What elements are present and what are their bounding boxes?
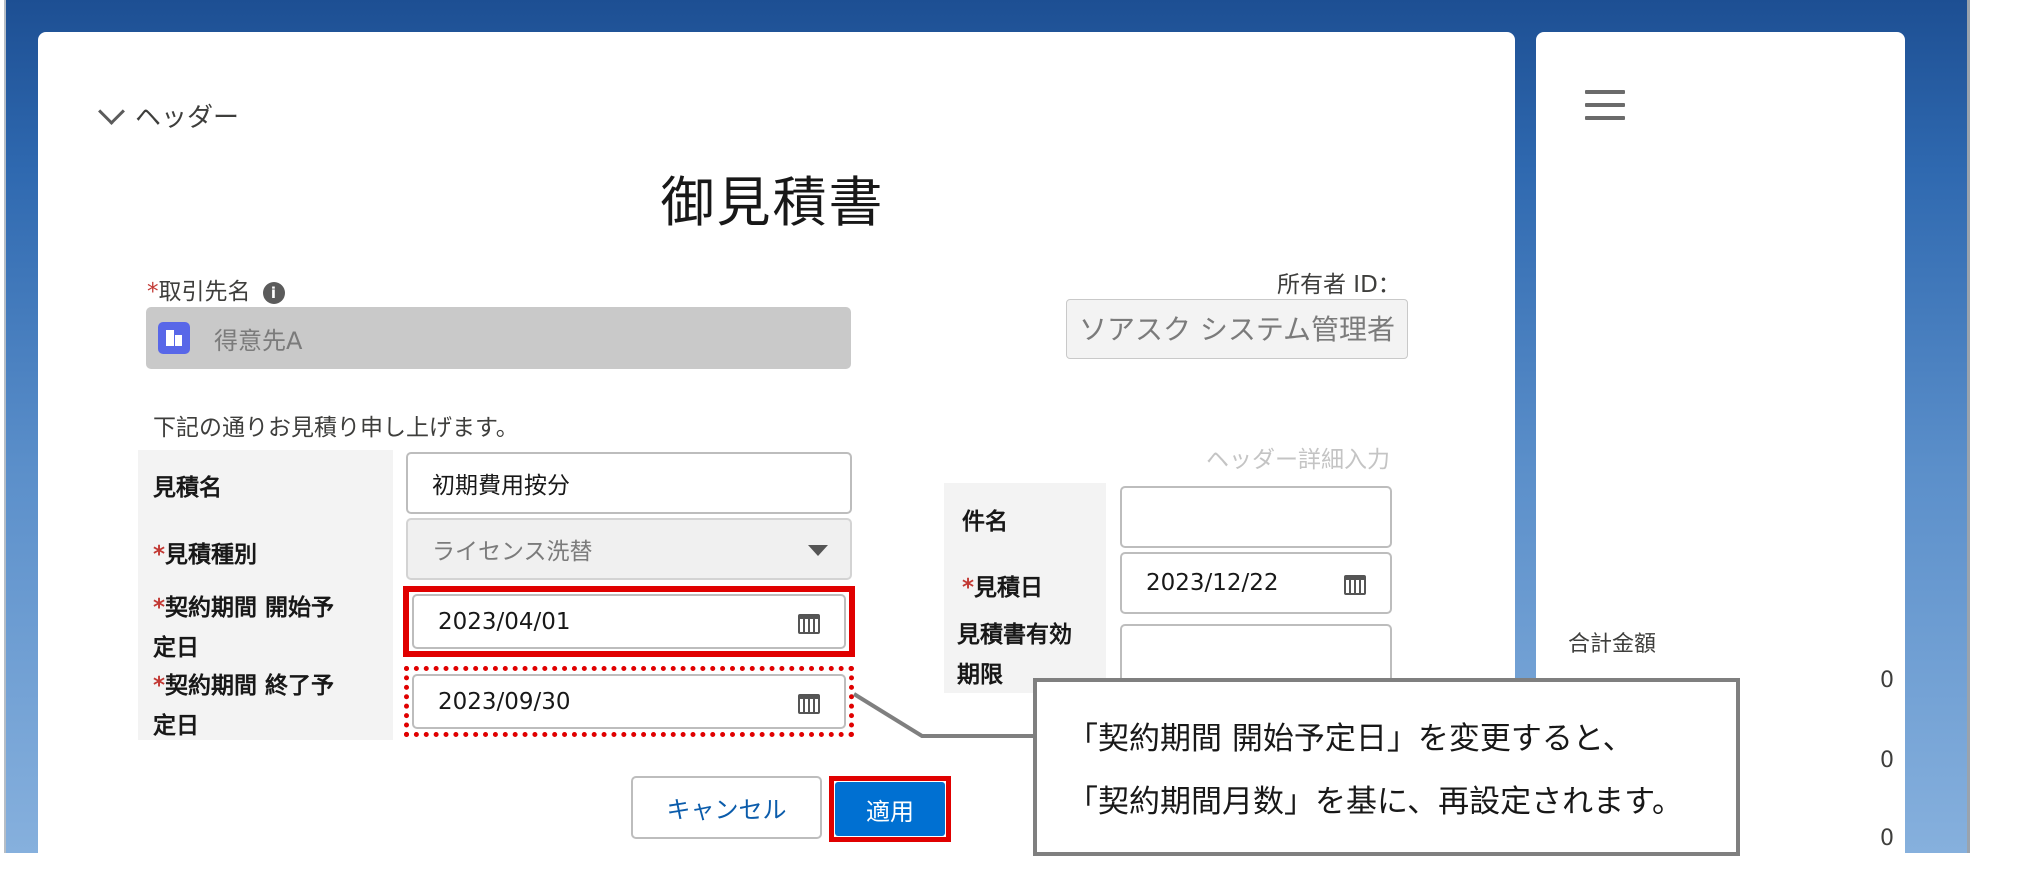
start-date-label-block: *契約期間 開始予 定日 — [153, 588, 334, 668]
end-date-label-block: *契約期間 終了予 定日 — [153, 666, 334, 746]
account-label: 取引先名 — [158, 279, 251, 305]
cancel-button[interactable]: キャンセル — [631, 776, 822, 839]
subject-input[interactable] — [1120, 486, 1392, 548]
callout-connector — [852, 692, 1040, 738]
menu-icon[interactable] — [1585, 90, 1625, 129]
highlight-end-date — [404, 666, 854, 737]
header-section-label: ヘッダー — [135, 103, 240, 133]
dropdown-arrow-icon — [808, 545, 828, 556]
quote-date-input[interactable]: 2023/12/22 — [1120, 552, 1392, 614]
apply-button[interactable]: 適用 — [835, 782, 945, 836]
quote-date-label: 見積日 — [974, 575, 1044, 601]
header-section-toggle[interactable]: ヘッダー — [98, 97, 240, 134]
end-date-label: 契約期間 終了予 — [165, 673, 335, 699]
quote-type-value: ライセンス洗替 — [432, 539, 593, 565]
account-building-icon — [158, 322, 190, 354]
subject-label: 件名 — [962, 509, 1008, 535]
callout-line-1: 「契約期間 開始予定日」を変更すると、 — [1067, 721, 1634, 757]
chevron-down-icon — [98, 98, 125, 125]
required-mark: * — [147, 279, 159, 305]
quote-name-input[interactable]: 初期費用按分 — [406, 452, 852, 514]
validity-input[interactable] — [1120, 624, 1392, 686]
side-value-2: 0 — [1880, 748, 1894, 773]
owner-field: ソアスク システム管理者 — [1066, 299, 1408, 359]
quote-name-label: 見積名 — [153, 475, 222, 501]
account-label-row: *取引先名 i — [147, 272, 285, 306]
annotation-callout: 「契約期間 開始予定日」を変更すると、 「契約期間月数」を基に、再設定されます。 — [1033, 678, 1740, 856]
quote-type-label-row: *見積種別 — [153, 542, 258, 568]
start-date-label-cont: 定日 — [153, 635, 199, 661]
total-amount-label: 合計金額 — [1568, 632, 1657, 657]
highlight-start-date — [403, 586, 855, 657]
calendar-icon[interactable] — [1344, 575, 1366, 595]
owner-label: 所有者 ID： — [1277, 272, 1401, 298]
side-value-3: 0 — [1880, 826, 1894, 851]
start-date-label: 契約期間 開始予 — [165, 595, 335, 621]
end-date-label-cont: 定日 — [153, 713, 199, 739]
intro-text: 下記の通りお見積り申し上げます。 — [153, 415, 519, 441]
validity-label: 見積書有効 — [957, 622, 1072, 648]
account-value: 得意先A — [214, 326, 303, 355]
quote-type-select[interactable]: ライセンス洗替 — [406, 518, 852, 580]
account-field: 得意先A — [146, 307, 851, 369]
page-title: 御見積書 — [660, 171, 885, 234]
header-detail-link[interactable]: ヘッダー詳細入力 — [1206, 440, 1390, 474]
quote-date-value: 2023/12/22 — [1146, 570, 1279, 596]
callout-line-2: 「契約期間月数」を基に、再設定されます。 — [1067, 784, 1683, 820]
quote-date-label-row: *見積日 — [962, 575, 1044, 601]
info-icon[interactable]: i — [262, 281, 285, 304]
total-amount-value: 0 — [1880, 668, 1894, 693]
quote-type-label: 見積種別 — [165, 542, 258, 568]
